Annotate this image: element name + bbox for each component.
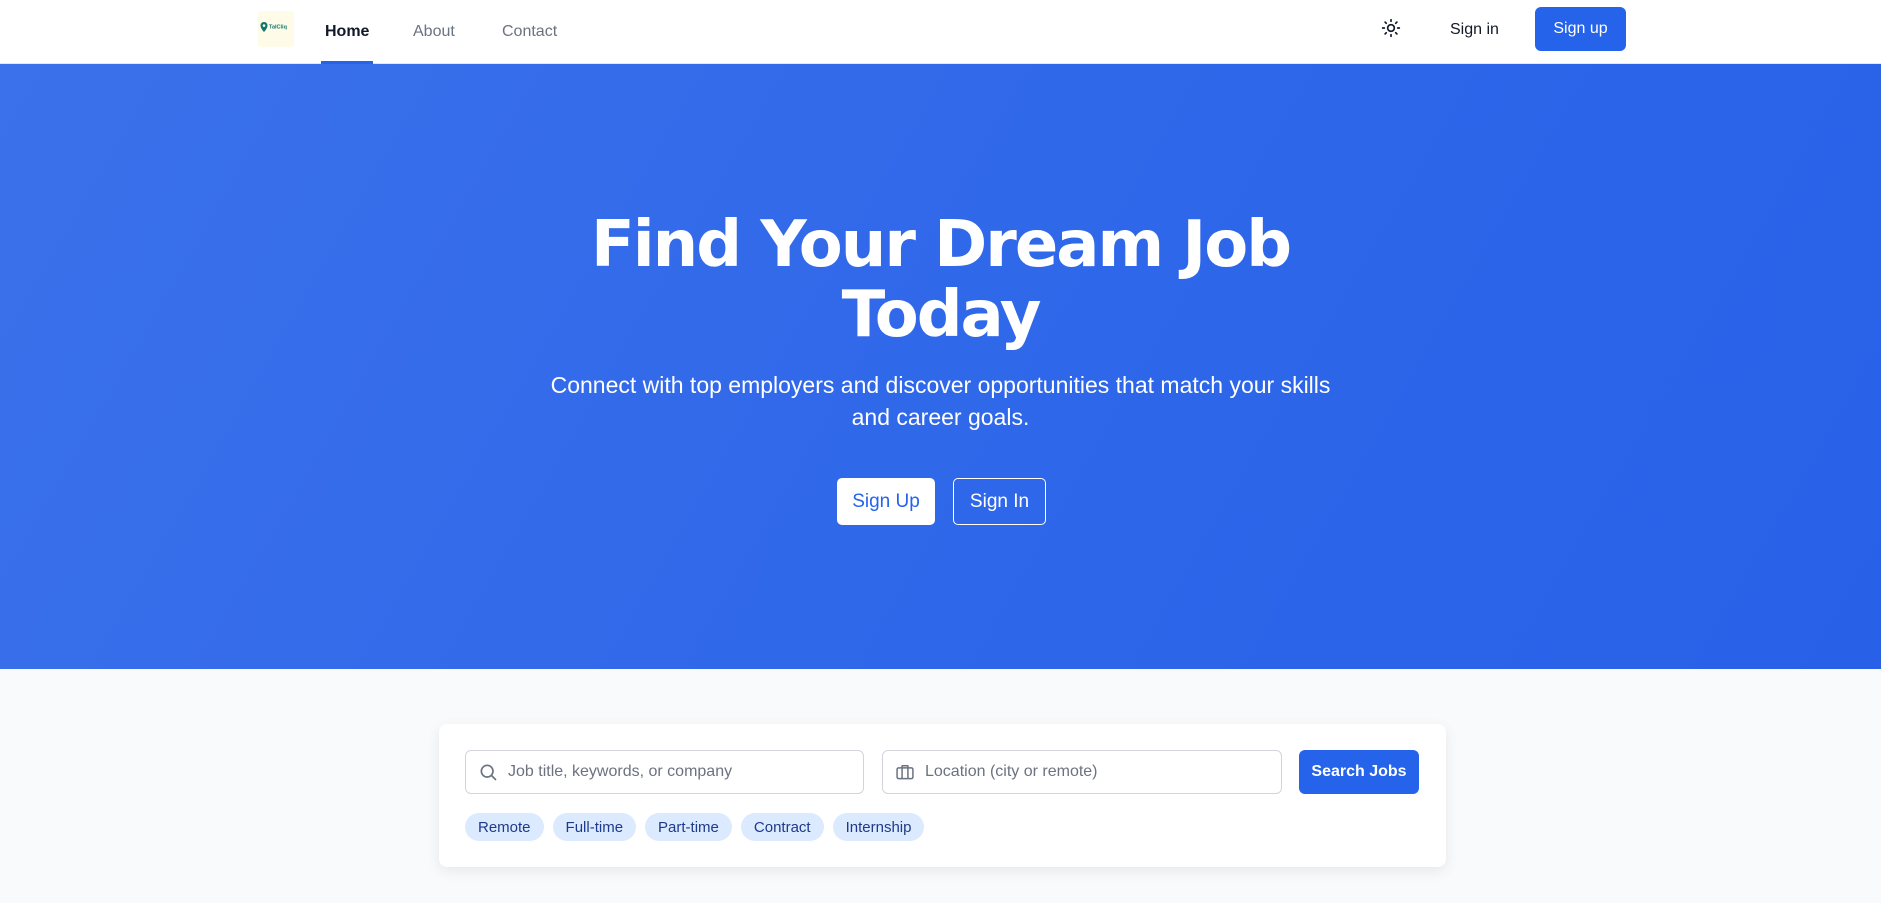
- hero-title-line-1: Find Your Dream Job: [591, 208, 1292, 282]
- job-search-field[interactable]: [465, 750, 864, 794]
- filter-chip-full-time[interactable]: Full-time: [552, 813, 637, 841]
- briefcase-icon: [883, 751, 927, 793]
- job-type-filters: Remote Full-time Part-time Contract Inte…: [465, 813, 925, 841]
- filter-chip-part-time[interactable]: Part-time: [645, 813, 732, 841]
- logo-text: TalCliq: [269, 25, 287, 31]
- job-search-input[interactable]: [508, 752, 863, 792]
- map-pin-icon: TalCliq: [260, 22, 287, 32]
- nav-link-home[interactable]: Home: [325, 0, 369, 64]
- hero-signup-button[interactable]: Sign Up: [837, 478, 935, 525]
- hero-title: Find Your Dream Job Today: [0, 210, 1881, 350]
- location-field[interactable]: [882, 750, 1282, 794]
- job-search-card: Search Jobs Remote Full-time Part-time C…: [439, 724, 1446, 867]
- filter-chip-remote[interactable]: Remote: [465, 813, 544, 841]
- search-jobs-button[interactable]: Search Jobs: [1299, 750, 1419, 794]
- location-input[interactable]: [925, 752, 1281, 792]
- hero-subtitle: Connect with top employers and discover …: [550, 372, 1331, 430]
- site-logo[interactable]: TalCliq: [258, 11, 294, 47]
- filter-chip-contract[interactable]: Contract: [740, 813, 824, 841]
- theme-toggle-button[interactable]: [1379, 16, 1403, 40]
- nav-link-contact[interactable]: Contact: [502, 0, 557, 64]
- hero-section: Find Your Dream Job Today Connect with t…: [0, 64, 1881, 669]
- hero-title-line-2: Today: [841, 278, 1042, 352]
- header-signin-button[interactable]: Sign in: [1436, 8, 1513, 52]
- nav-link-about[interactable]: About: [413, 0, 455, 64]
- sun-icon: [1381, 18, 1401, 38]
- hero-signin-button[interactable]: Sign In: [953, 478, 1046, 525]
- filter-chip-internship[interactable]: Internship: [832, 813, 925, 841]
- search-icon: [466, 751, 510, 793]
- header-signup-button[interactable]: Sign up: [1535, 7, 1626, 51]
- top-navbar: TalCliq Home About Contact Sign in Sign …: [0, 0, 1881, 64]
